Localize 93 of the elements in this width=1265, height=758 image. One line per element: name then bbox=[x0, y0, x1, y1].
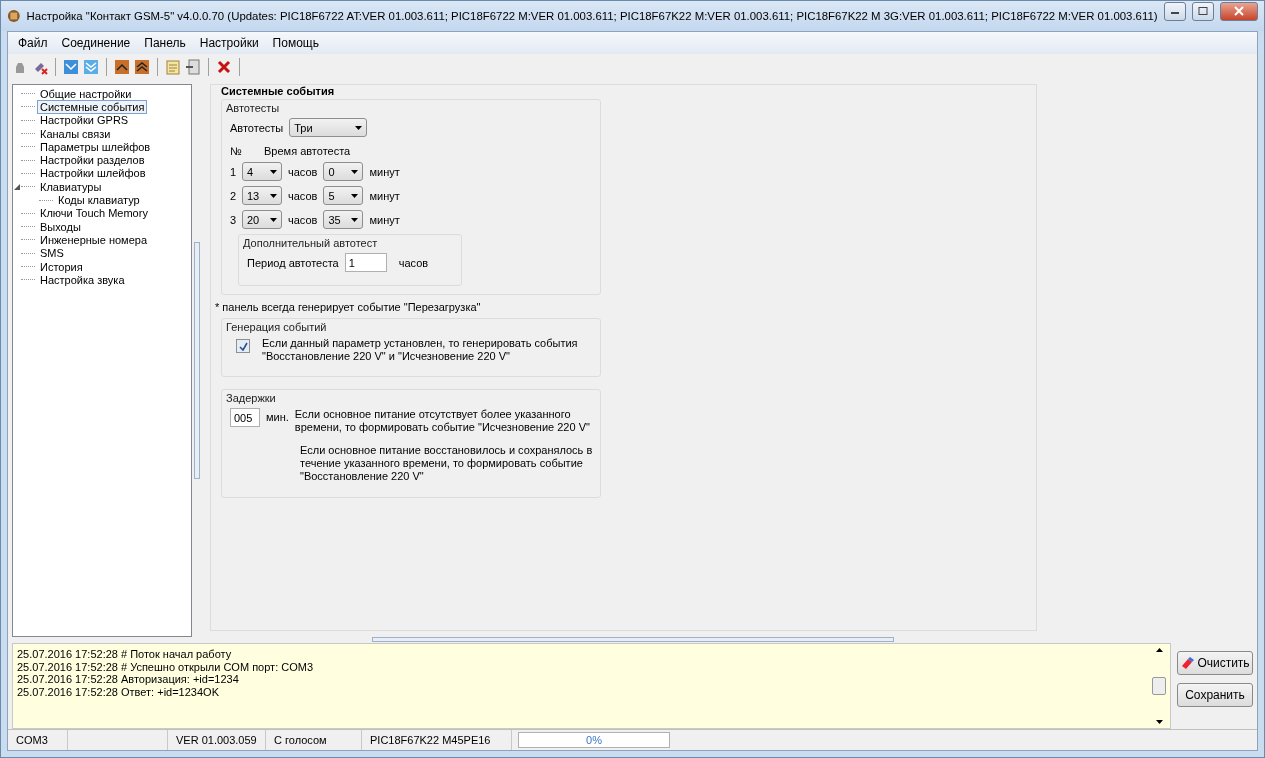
eraser-icon bbox=[1180, 656, 1195, 670]
tree-item[interactable]: Клавиатуры bbox=[37, 179, 105, 194]
generate-checkbox[interactable] bbox=[236, 339, 250, 353]
unit-label: мин. bbox=[266, 411, 289, 423]
upload-icon[interactable] bbox=[114, 59, 130, 75]
period-field[interactable]: 1 bbox=[344, 253, 387, 272]
tree-item[interactable]: Инженерные номера bbox=[37, 232, 151, 247]
menu-item[interactable]: Панель bbox=[138, 34, 192, 52]
minutes-dropdown[interactable]: 35 bbox=[323, 210, 364, 229]
status-voice: С голосом bbox=[266, 730, 362, 750]
tree-item[interactable]: История bbox=[37, 259, 86, 274]
delay-description: Если основное питание отсутствует более указанного времени, то формировать событие "Исчезновение 220 V" bbox=[294, 408, 591, 434]
window-title: Настройка "Контакт GSM-5" v4.0.0.70 (Updates: PIC18F6722 AT:VER 01.003.611; PIC18F6722 M:VER 01.003.611; PIC18F67K22 M:VER 01.003.611; PIC18F67K22 M 3G:VER 01.003.611; PIC18F6722 M:VER 01.003.611) bbox=[26, 10, 1158, 22]
row-number: 1 bbox=[230, 165, 236, 178]
row-number: 2 bbox=[230, 189, 236, 202]
delay-description: Если основное питание восстановилось и сохранялось в течение указанного времени, то формировать событие "Восстановление 220 V" bbox=[300, 444, 594, 483]
maximize-button[interactable] bbox=[1191, 1, 1215, 21]
maximize-icon bbox=[1198, 7, 1209, 15]
close-icon bbox=[1234, 6, 1245, 16]
unit-label: часов bbox=[288, 165, 318, 178]
progress-reading: 0% bbox=[586, 734, 602, 746]
caret-icon bbox=[355, 125, 363, 130]
checkbox-label: Если данный параметр установлен, то генерировать события "Восстановление 220 V" и "Исчезновение 220 V" bbox=[262, 337, 579, 363]
hours-dropdown[interactable]: 13 bbox=[242, 186, 282, 205]
tree-item[interactable]: Настройки разделов bbox=[37, 153, 148, 168]
scroll-thumb[interactable] bbox=[1152, 677, 1166, 695]
tree-item[interactable]: Выходы bbox=[37, 219, 84, 234]
tree-item[interactable]: Каналы связи bbox=[37, 126, 114, 141]
tree-item[interactable]: Коды клавиатур bbox=[55, 193, 143, 208]
unit-label: минут bbox=[369, 165, 400, 178]
delete-icon[interactable] bbox=[216, 59, 232, 75]
tree-item[interactable]: Общие настройки bbox=[37, 86, 135, 101]
note-text: * панель всегда генерирует событие "Перезагрузка" bbox=[215, 301, 482, 314]
menu-item[interactable]: Файл bbox=[12, 34, 54, 52]
caret-icon bbox=[351, 169, 359, 174]
page-title: Системные события bbox=[221, 85, 336, 97]
minutes-dropdown[interactable]: 5 bbox=[323, 186, 364, 205]
status-chip: PIC18F67K22 M45PE16 bbox=[362, 730, 512, 750]
menu-item[interactable]: Соединение bbox=[55, 34, 137, 52]
splitter-handle[interactable] bbox=[194, 242, 200, 479]
scrollbar[interactable] bbox=[1152, 648, 1166, 724]
minutes-dropdown[interactable]: 0 bbox=[323, 162, 364, 181]
unit-label: часов bbox=[398, 256, 429, 269]
check-icon bbox=[238, 341, 248, 351]
hours-dropdown[interactable]: 4 bbox=[242, 162, 282, 181]
caret-icon bbox=[1155, 720, 1163, 724]
splitter-handle[interactable] bbox=[371, 637, 894, 642]
log-line: 25.07.2016 17:52:28 Авторизация: +id=1234 bbox=[17, 673, 240, 686]
collapse-icon[interactable] bbox=[13, 182, 21, 191]
caret-icon bbox=[351, 193, 359, 198]
menu-item[interactable]: Настройки bbox=[193, 34, 265, 52]
log-line: 25.07.2016 17:52:28 Ответ: +id=1234OK bbox=[17, 685, 220, 698]
unit-label: минут bbox=[369, 189, 400, 202]
tree-item[interactable]: Системные события bbox=[37, 99, 148, 114]
group-legend: Автотесты bbox=[226, 102, 592, 114]
status-version: VER 01.003.059 bbox=[168, 730, 266, 750]
caret-icon bbox=[270, 169, 277, 174]
caret-icon bbox=[270, 217, 277, 222]
caret-icon bbox=[270, 193, 277, 198]
upload-all-icon[interactable] bbox=[134, 59, 150, 75]
column-header: Время автотеста bbox=[264, 145, 351, 157]
status-port: COM3 bbox=[8, 730, 68, 750]
log-line: 25.07.2016 17:52:28 # Поток начал работу bbox=[17, 648, 233, 661]
tree-item[interactable]: Настройки шлейфов bbox=[37, 166, 149, 181]
group-legend: Генерация событий bbox=[226, 321, 592, 333]
group-legend: Задержки bbox=[226, 392, 592, 404]
unit-label: минут bbox=[369, 213, 400, 226]
save-button[interactable]: Сохранить bbox=[1177, 683, 1253, 707]
app-icon bbox=[7, 8, 21, 24]
minimize-button[interactable] bbox=[1163, 1, 1186, 21]
download-icon[interactable] bbox=[63, 59, 79, 75]
tree-item[interactable]: Параметры шлейфов bbox=[37, 139, 154, 154]
tree-item[interactable]: Ключи Touch Memory bbox=[37, 206, 151, 221]
menu-item[interactable]: Помощь bbox=[266, 34, 325, 52]
tree-item[interactable]: SMS bbox=[37, 246, 67, 261]
caret-icon bbox=[351, 217, 359, 222]
delay-field[interactable]: 005 bbox=[230, 408, 260, 427]
autotests-dropdown[interactable]: Три bbox=[289, 118, 368, 137]
unit-label: часов bbox=[288, 189, 318, 202]
row-number: 3 bbox=[230, 213, 236, 226]
scroll-up-icon[interactable] bbox=[1155, 648, 1163, 652]
column-header: № bbox=[230, 145, 243, 157]
field-label: Автотесты bbox=[230, 121, 284, 134]
close-button[interactable] bbox=[1220, 1, 1258, 21]
document-icon[interactable] bbox=[185, 59, 201, 75]
unit-label: часов bbox=[288, 213, 318, 226]
tree-item[interactable]: Настройки GPRS bbox=[37, 113, 132, 128]
group-legend: Дополнительный автотест bbox=[243, 237, 453, 249]
field-label: Период автотеста bbox=[247, 256, 339, 269]
log-line: 25.07.2016 17:52:28 # Успешно открыли COM порт: COM3 bbox=[17, 660, 315, 673]
clear-button[interactable]: Очистить bbox=[1177, 651, 1253, 675]
tree-item[interactable]: Настройка звука bbox=[37, 272, 128, 287]
hours-dropdown[interactable]: 20 bbox=[242, 210, 282, 229]
